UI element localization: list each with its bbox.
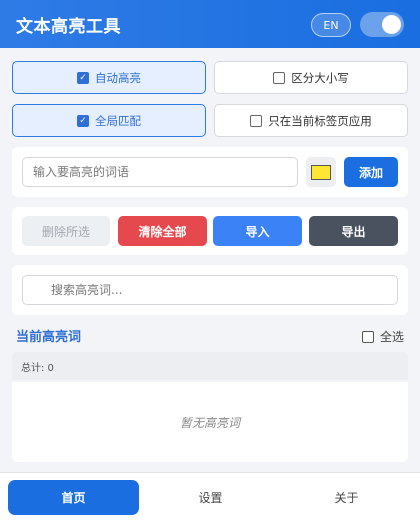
- add-word-card: 添加: [12, 147, 408, 197]
- option-case-sensitive[interactable]: 区分大小写: [214, 61, 408, 94]
- add-button[interactable]: 添加: [344, 157, 398, 187]
- select-all-label: 全选: [380, 330, 405, 344]
- option-label: 区分大小写: [291, 70, 349, 85]
- empty-message: 暂无高亮词: [179, 415, 240, 430]
- enable-toggle-switch[interactable]: [360, 12, 404, 37]
- actions-card: 删除所选 清除全部 导入 导出: [12, 207, 408, 255]
- language-toggle-button[interactable]: EN: [311, 13, 351, 37]
- nav-about[interactable]: 关于: [281, 480, 412, 515]
- nav-home[interactable]: 首页: [8, 480, 139, 515]
- checkbox-icon: [273, 71, 286, 84]
- color-swatch: [311, 164, 331, 180]
- app-header: 文本高亮工具 EN: [0, 0, 420, 48]
- nav-settings[interactable]: 设置: [145, 480, 276, 515]
- color-picker[interactable]: [306, 157, 336, 187]
- app-title: 文本高亮工具: [16, 16, 121, 37]
- empty-list: 暂无高亮词: [12, 382, 408, 462]
- search-card: [12, 265, 408, 315]
- bottom-nav: 首页 设置 关于: [0, 472, 420, 520]
- select-all-checkbox[interactable]: 全选: [362, 328, 404, 345]
- checkbox-icon: [250, 114, 263, 127]
- word-input[interactable]: [22, 157, 298, 187]
- search-input[interactable]: [22, 275, 398, 305]
- clear-all-button[interactable]: 清除全部: [118, 216, 207, 246]
- checkbox-checked-icon: ✓: [77, 114, 89, 127]
- count-bar: 总计: 0: [12, 352, 408, 380]
- total-count: 总计: 0: [21, 362, 54, 374]
- option-label: 只在当前标签页应用: [268, 113, 372, 128]
- export-button[interactable]: 导出: [309, 216, 398, 246]
- delete-selected-button[interactable]: 删除所选: [22, 216, 110, 246]
- option-current-tab-only[interactable]: 只在当前标签页应用: [214, 104, 408, 137]
- checkbox-icon: [362, 330, 374, 343]
- option-global-match[interactable]: ✓ 全局匹配: [12, 104, 206, 137]
- import-button[interactable]: 导入: [213, 216, 302, 246]
- option-label: 全局匹配: [95, 113, 141, 128]
- option-label: 自动高亮: [95, 70, 141, 85]
- toggle-knob: [382, 15, 401, 34]
- option-auto-highlight[interactable]: ✓ 自动高亮: [12, 61, 206, 94]
- checkbox-checked-icon: ✓: [77, 71, 89, 84]
- list-title: 当前高亮词: [16, 330, 82, 345]
